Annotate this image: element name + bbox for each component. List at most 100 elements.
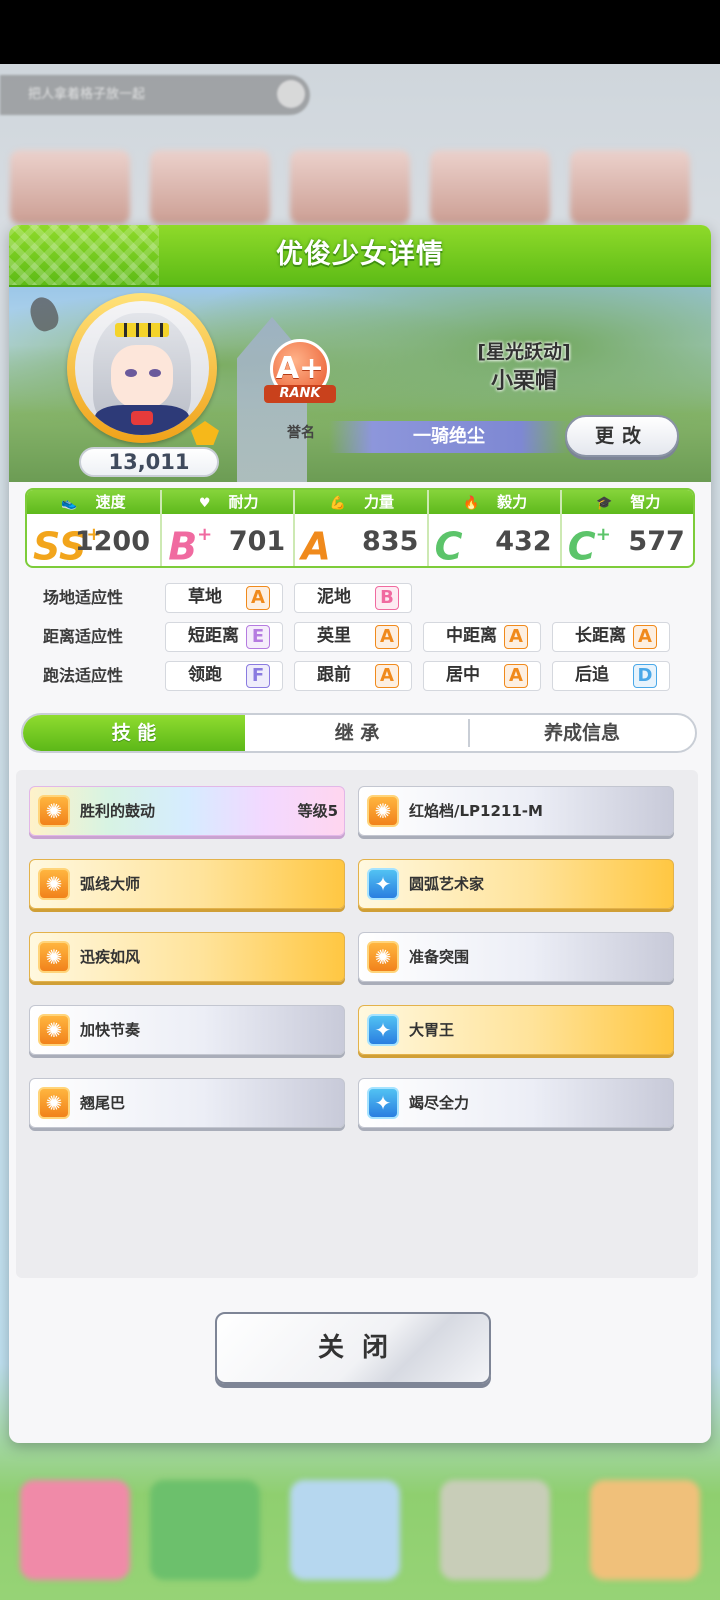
skill-name: 弧线大师 xyxy=(80,875,141,893)
skill-name: 准备突围 xyxy=(409,948,470,966)
rank-badge: A+ RANK xyxy=(264,339,336,411)
skill-item[interactable]: ✺ 红焰档/LP1211-M xyxy=(358,786,674,836)
stat-value: 701 xyxy=(228,526,286,557)
tab-2[interactable]: 养成信息 xyxy=(469,715,695,751)
aptitude-cell: 英里 A xyxy=(294,622,412,652)
aptitude-name: 短距离 xyxy=(188,626,239,646)
skill-name: 圆弧艺术家 xyxy=(409,875,485,893)
aptitude-cell: 长距离 A xyxy=(552,622,670,652)
character-name: 小栗帽 xyxy=(490,369,557,394)
runner-skill-icon: ✺ xyxy=(38,941,70,973)
skill-item[interactable]: ✦ 竭尽全力 xyxy=(358,1078,674,1128)
stats-panel: 👟 速度 SS+ 1200 ♥ 耐力 B+ 701 💪 力量 A 835 🔥 毅力 C 432 🎓 智力 C+ 577 xyxy=(25,488,695,568)
stat-label: ♥ 耐力 xyxy=(162,490,296,514)
character-title: 一骑绝尘 xyxy=(329,421,569,453)
skill-name: 翘尾巴 xyxy=(80,1094,126,1112)
runner-skill-icon: ✺ xyxy=(38,795,70,827)
aptitude-label: 距离适应性 xyxy=(43,627,124,646)
stat-4: 🎓 智力 C+ 577 xyxy=(559,490,693,568)
runner-skill-icon: ✺ xyxy=(38,1014,70,1046)
character-epithet: [星光跃动] xyxy=(477,341,571,363)
character-banner: 13,011 A+ RANK 誉名 [星光跃动] 小栗帽 一骑绝尘 更改 xyxy=(9,287,711,482)
close-button[interactable]: 关闭 xyxy=(215,1312,491,1384)
skill-name: 大胃王 xyxy=(409,1021,455,1039)
shoe-icon: 👟 xyxy=(61,496,78,511)
umamusume-detail-dialog: 优俊少女详情 13,011 A+ RANK 誉名 [星光跃动] 小栗帽 一骑绝尘… xyxy=(9,225,711,1443)
aptitude-grade: A xyxy=(375,625,399,649)
rank-caption: 誉名 xyxy=(287,425,315,441)
skill-name: 红焰档/LP1211-M xyxy=(409,802,543,820)
aptitude-label: 跑法适应性 xyxy=(43,666,124,685)
stat-value: 1200 xyxy=(74,526,150,557)
aptitude-grade: A xyxy=(504,664,528,688)
detail-tabs: 技 能继 承养成信息 xyxy=(21,713,697,753)
aptitude-row-distance: 距离适应性 短距离 E 英里 A 中距离 A 长距离 A xyxy=(25,622,695,652)
stat-grade: C xyxy=(434,524,463,568)
background-bottom-nav xyxy=(0,1440,720,1600)
star-badge-icon xyxy=(191,421,219,445)
skill-item[interactable]: ✺ 胜利的鼓动 等级5 xyxy=(29,786,345,836)
stat-1: ♥ 耐力 B+ 701 xyxy=(160,490,296,568)
dialog-title: 优俊少女详情 xyxy=(276,239,444,270)
skill-name: 胜利的鼓动 xyxy=(80,802,156,820)
stat-grade: A xyxy=(301,524,331,568)
carrot-icon[interactable] xyxy=(25,293,63,335)
runner-skill-icon: ✺ xyxy=(38,868,70,900)
skill-item[interactable]: ✦ 圆弧艺术家 xyxy=(358,859,674,909)
aptitude-cell: 草地 A xyxy=(165,583,283,613)
skill-item[interactable]: ✺ 加快节奏 xyxy=(29,1005,345,1055)
aptitude-row-style: 跑法适应性 领跑 F 跟前 A 居中 A 后追 D xyxy=(25,661,695,691)
aptitude-grade: A xyxy=(246,586,270,610)
stat-value: 432 xyxy=(495,526,552,557)
skill-item[interactable]: ✺ 准备突围 xyxy=(358,932,674,982)
aptitude-name: 领跑 xyxy=(188,665,222,685)
rank-ribbon: RANK xyxy=(264,385,336,403)
fan-count: 13,011 xyxy=(79,447,219,477)
aptitude-cell: 中距离 A xyxy=(423,622,541,652)
skill-item[interactable]: ✦ 大胃王 xyxy=(358,1005,674,1055)
aptitude-name: 中距离 xyxy=(446,626,497,646)
sparkle-skill-icon: ✦ xyxy=(367,868,399,900)
aptitude-grade: E xyxy=(246,625,270,649)
stat-value: 835 xyxy=(362,526,419,557)
runner-skill-icon: ✺ xyxy=(367,941,399,973)
aptitude-name: 长距离 xyxy=(575,626,626,646)
grad-cap-icon: 🎓 xyxy=(596,496,613,511)
tab-1[interactable]: 继 承 xyxy=(245,715,469,751)
aptitude-grade: A xyxy=(633,625,657,649)
character-portrait xyxy=(67,293,219,445)
status-bar xyxy=(0,0,720,64)
skill-item[interactable]: ✺ 迅疾如风 xyxy=(29,932,345,982)
stat-value: 577 xyxy=(628,526,685,557)
skill-name: 竭尽全力 xyxy=(409,1094,470,1112)
aptitude-cell: 领跑 F xyxy=(165,661,283,691)
stat-label: 👟 速度 xyxy=(27,490,160,514)
aptitude-name: 居中 xyxy=(446,665,480,685)
stat-2: 💪 力量 A 835 xyxy=(293,490,429,568)
skill-item[interactable]: ✺ 弧线大师 xyxy=(29,859,345,909)
background-banner: 把人拿着格子放一起 xyxy=(0,75,310,115)
stat-label: 💪 力量 xyxy=(295,490,429,514)
flame-icon: 🔥 xyxy=(462,496,480,511)
skill-level: 等级5 xyxy=(297,802,338,820)
skill-item[interactable]: ✺ 翘尾巴 xyxy=(29,1078,345,1128)
aptitude-row-track: 场地适应性 草地 A 泥地 B xyxy=(25,583,695,613)
sparkle-skill-icon: ✦ xyxy=(367,1014,399,1046)
aptitude-cell: 泥地 B xyxy=(294,583,412,613)
aptitude-cell: 短距离 E xyxy=(165,622,283,652)
change-title-button[interactable]: 更改 xyxy=(565,415,679,457)
info-icon xyxy=(277,80,305,108)
aptitude-name: 后追 xyxy=(575,665,609,685)
stat-grade: B+ xyxy=(168,524,213,568)
aptitude-grade: F xyxy=(246,664,270,688)
tab-0[interactable]: 技 能 xyxy=(23,715,245,751)
skill-name: 加快节奏 xyxy=(80,1021,141,1039)
muscle-icon: 💪 xyxy=(329,496,346,511)
aptitude-grade: B xyxy=(375,586,399,610)
aptitude-label: 场地适应性 xyxy=(43,588,124,607)
runner-skill-icon: ✺ xyxy=(367,795,399,827)
aptitude-grade: A xyxy=(375,664,399,688)
stat-grade: C+ xyxy=(567,524,611,568)
stat-3: 🔥 毅力 C 432 xyxy=(426,490,562,568)
stat-0: 👟 速度 SS+ 1200 xyxy=(27,490,160,566)
